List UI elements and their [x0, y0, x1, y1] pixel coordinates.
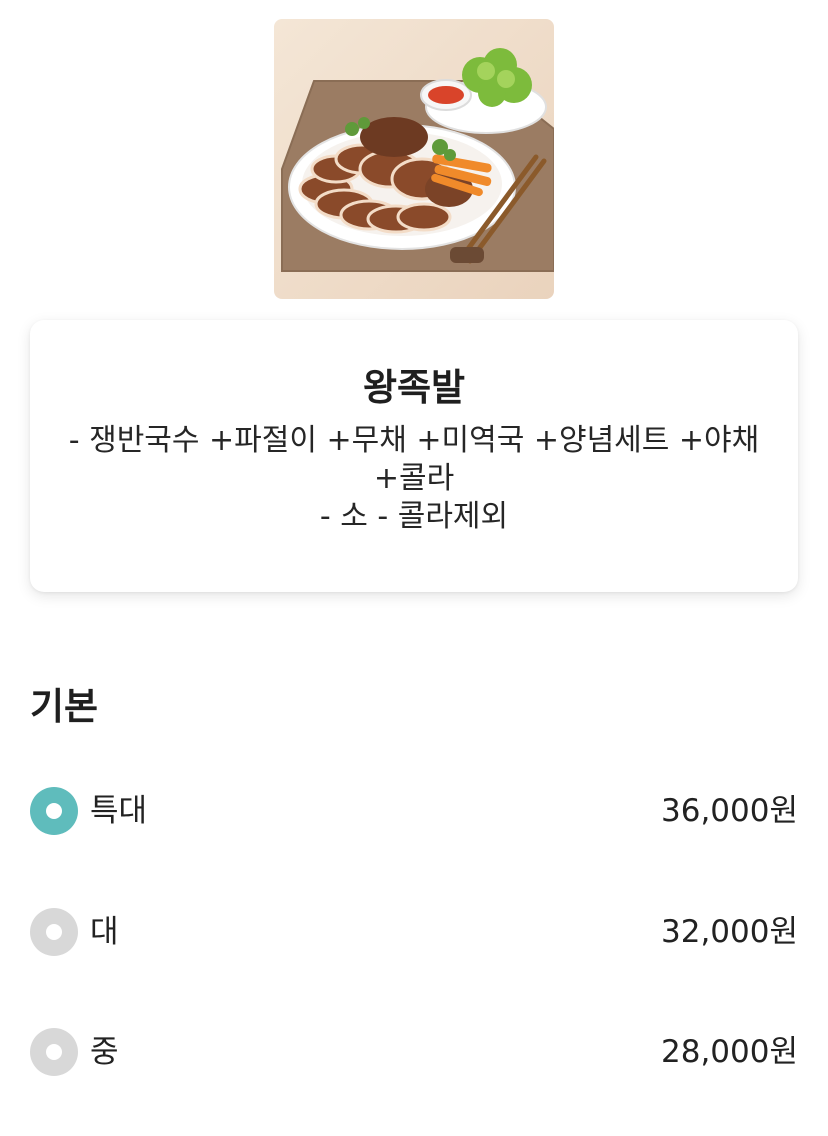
menu-photo: [274, 19, 554, 299]
radio-unselected-icon[interactable]: [30, 908, 78, 956]
option-price: 32,000원: [661, 914, 798, 950]
menu-info-card: 왕족발 - 쟁반국수 +파절이 +무채 +미역국 +양념세트 +야채 +콜라 -…: [30, 320, 798, 592]
radio-selected-icon[interactable]: [30, 787, 78, 835]
menu-title: 왕족발: [362, 366, 466, 409]
option-row-special-large[interactable]: 특대 36,000원: [30, 787, 798, 835]
option-row-medium[interactable]: 중 28,000원: [30, 1028, 798, 1076]
menu-description-line: - 소 - 콜라제외: [319, 499, 509, 534]
radio-unselected-icon[interactable]: [30, 1028, 78, 1076]
option-label: 대: [90, 914, 119, 950]
menu-description-line: - 쟁반국수 +파절이 +무채 +미역국 +양념세트 +야채: [68, 423, 760, 458]
menu-description: - 쟁반국수 +파절이 +무채 +미역국 +양념세트 +야채 +콜라 - 소 -…: [64, 422, 764, 536]
menu-description-line: +콜라: [373, 461, 455, 496]
options-section-title: 기본: [30, 685, 99, 728]
option-label: 중: [90, 1034, 119, 1070]
option-label: 특대: [90, 793, 148, 829]
option-price: 36,000원: [661, 793, 798, 829]
option-price: 28,000원: [661, 1034, 798, 1070]
option-row-large[interactable]: 대 32,000원: [30, 908, 798, 956]
